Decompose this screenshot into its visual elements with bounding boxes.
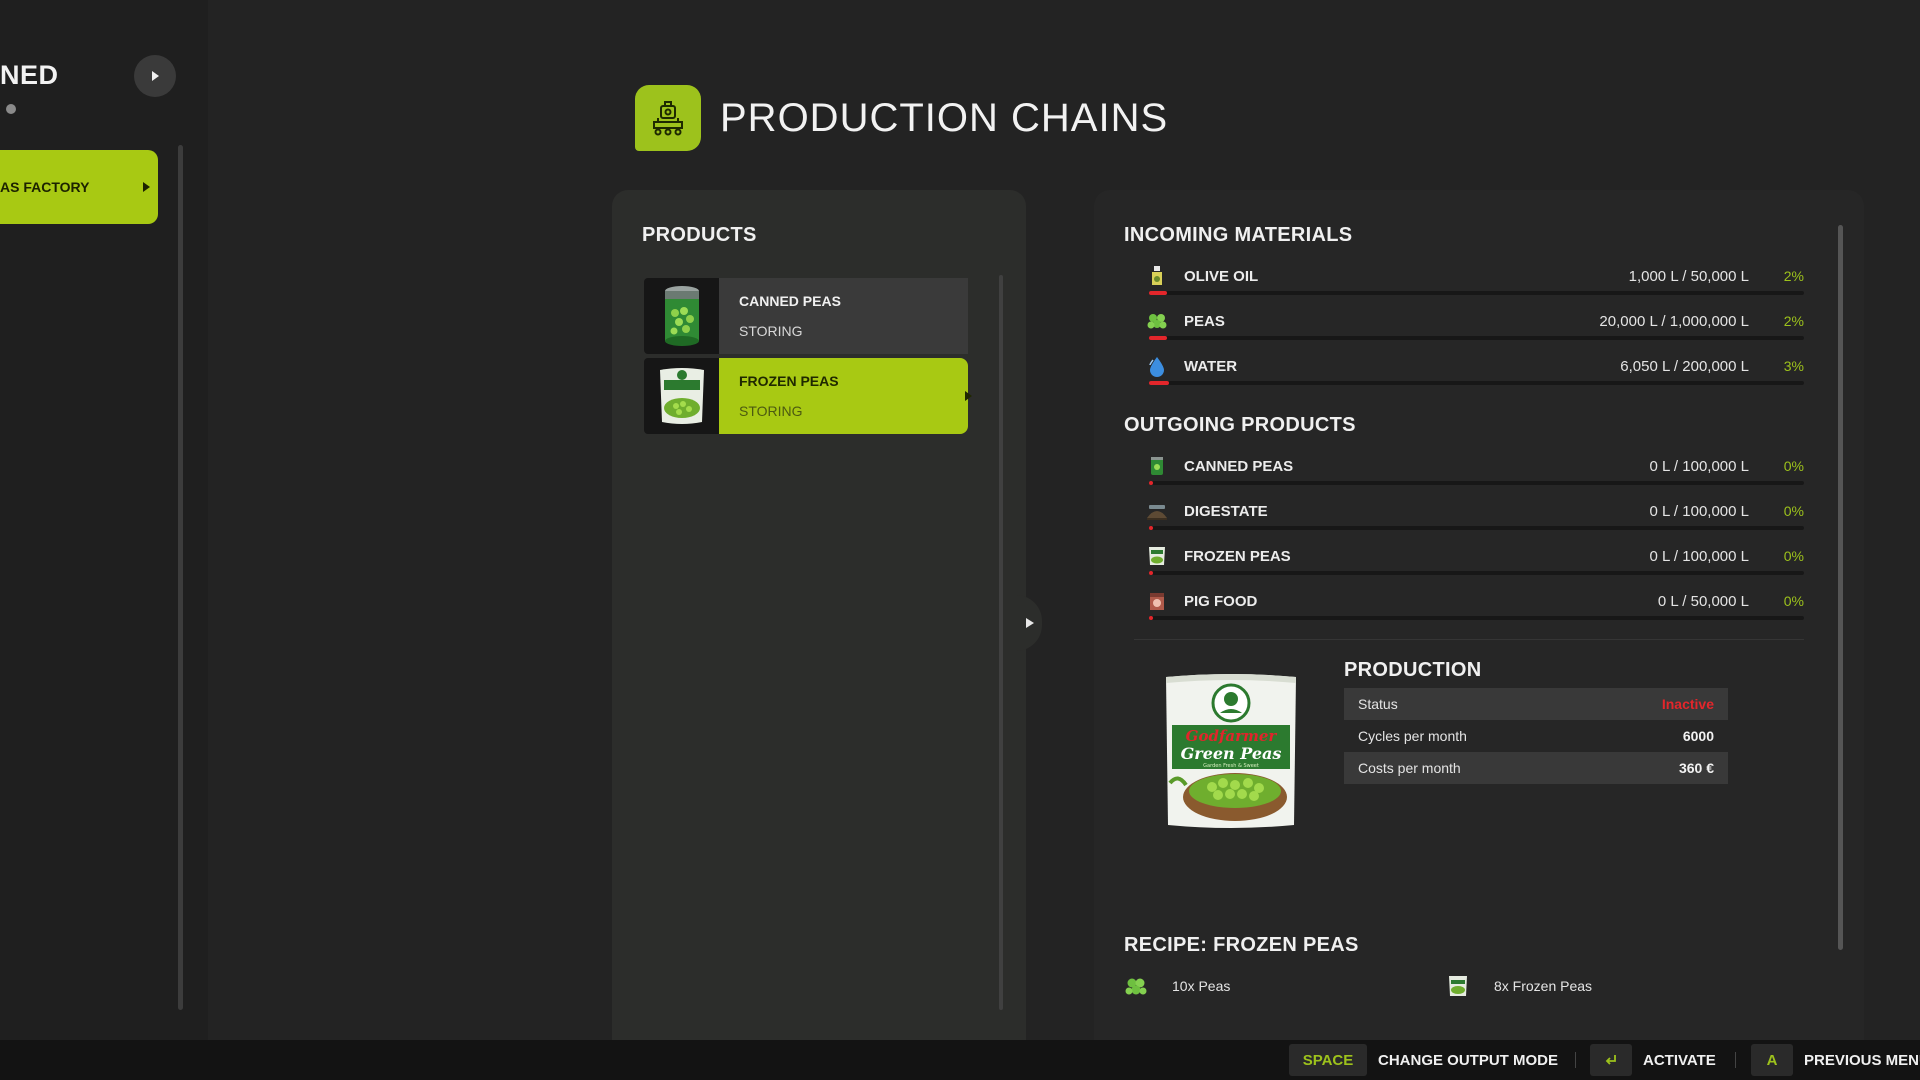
sidebar-item-factory[interactable]: AS FACTORY [0,150,158,224]
incoming-row: OLIVE OIL 1,000 L / 50,000 L 2% [1134,264,1804,300]
previous-menu-button[interactable]: A PREVIOUS MENU [1751,1044,1920,1076]
fill-level-bar [1149,616,1804,620]
svg-text:Garden Fresh & Sweet: Garden Fresh & Sweet [1203,763,1259,769]
product-status: STORING [739,323,803,339]
activate-button[interactable]: ACTIVATE [1590,1044,1716,1076]
digestate-icon [1146,499,1168,523]
products-heading: PRODUCTS [642,224,757,246]
outgoing-row: FROZEN PEAS 0 L / 100,000 L 0% [1134,544,1804,580]
details-scrollbar[interactable] [1838,225,1843,950]
outgoing-products-heading: OUTGOING PRODUCTS [1124,414,1356,436]
sidebar-title: NED [0,60,59,90]
recipe-output: 8x Frozen Peas [1446,974,1592,998]
products-scrollbar[interactable] [999,275,1003,1010]
outgoing-row: CANNED PEAS 0 L / 100,000 L 0% [1134,454,1804,490]
peas-icon [1146,309,1168,333]
divider [1575,1052,1576,1068]
divider [1134,639,1804,640]
pig-food-icon [1146,589,1168,613]
chevron-right-icon [965,391,972,401]
details-panel: INCOMING MATERIALS OLIVE OIL 1,000 L / 5… [1094,190,1864,1040]
sidebar-next-button[interactable] [134,55,176,97]
olive-oil-icon [1146,264,1168,288]
fill-level-bar [1149,526,1804,530]
enter-icon [1590,1044,1632,1076]
product-package-image: Godfarmer Green Peas Garden Fresh & Swee… [1160,673,1302,829]
cycles-row: Cycles per month 6000 [1358,728,1714,744]
production-heading: PRODUCTION [1344,659,1482,681]
page-indicator-dot [6,104,16,114]
fill-level-bar [1149,571,1804,575]
play-icon [1025,618,1034,628]
products-panel: PRODUCTS CANNED PEAS STORING FROZEN PEAS… [612,190,1026,1040]
expand-panel-button[interactable] [1016,595,1042,651]
canned-peas-icon [644,278,719,354]
incoming-row: PEAS 20,000 L / 1,000,000 L 2% [1134,309,1804,345]
frozen-peas-icon [1146,544,1168,568]
page-title: PRODUCTION CHAINS [720,96,1169,140]
fill-level-bar [1149,481,1804,485]
input-hints-bar: SPACE CHANGE OUTPUT MODE ACTIVATE A PREV… [0,1040,1920,1080]
outgoing-row: DIGESTATE 0 L / 100,000 L 0% [1134,499,1804,535]
key-a: A [1751,1044,1793,1076]
recipe-input: 10x Peas [1124,974,1230,998]
factory-icon [635,85,701,151]
play-icon [152,71,159,81]
product-name: CANNED PEAS [739,293,841,309]
peas-icon [1125,978,1147,995]
change-output-mode-button[interactable]: SPACE CHANGE OUTPUT MODE [1289,1044,1558,1076]
svg-text:Green Peas: Green Peas [1181,744,1282,763]
water-drop-icon [1146,354,1168,378]
frozen-peas-icon [644,358,719,434]
sidebar-scrollbar[interactable] [178,145,183,1010]
status-badge: Inactive [1661,696,1714,712]
product-status: STORING [739,403,803,419]
fill-level-bar [1149,381,1804,385]
costs-row: Costs per month 360 € [1344,752,1728,784]
incoming-row: WATER 6,050 L / 200,000 L 3% [1134,354,1804,390]
factory-sidebar: NED AS FACTORY [0,0,208,1040]
fill-level-bar [1149,336,1804,340]
fill-level-bar [1149,291,1804,295]
frozen-peas-icon [1449,976,1467,996]
key-space: SPACE [1289,1044,1367,1076]
canned-peas-icon [1146,454,1168,478]
product-name: FROZEN PEAS [739,373,839,389]
svg-text:Godfarmer: Godfarmer [1186,727,1278,745]
production-stats-table: Status Inactive Cycles per month 6000 Co… [1344,688,1728,784]
status-row: Status Inactive [1344,688,1728,720]
product-item-canned-peas[interactable]: CANNED PEAS STORING [644,278,968,354]
product-item-frozen-peas[interactable]: FROZEN PEAS STORING [644,358,972,434]
outgoing-row: PIG FOOD 0 L / 50,000 L 0% [1134,589,1804,625]
sidebar-item-label: AS FACTORY [0,179,90,195]
incoming-materials-heading: INCOMING MATERIALS [1124,224,1353,246]
chevron-right-icon [143,182,150,192]
recipe-heading: RECIPE: FROZEN PEAS [1124,934,1359,956]
divider [1735,1052,1736,1068]
